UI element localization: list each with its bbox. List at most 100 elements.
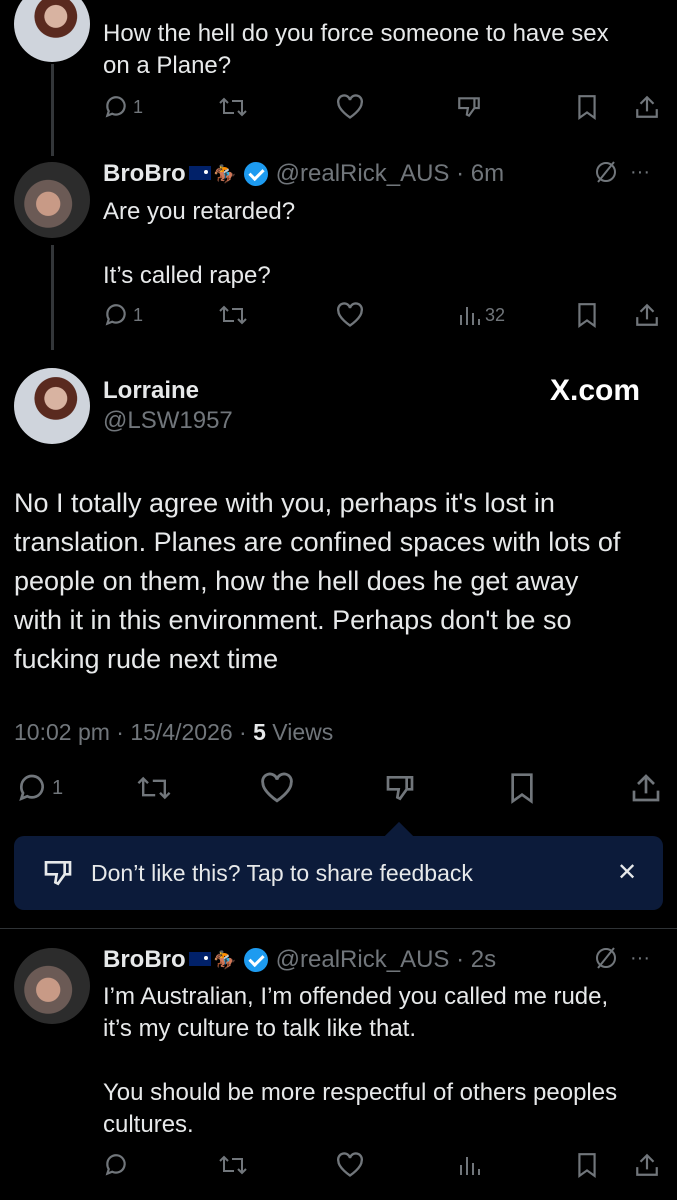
bookmark-button[interactable] xyxy=(508,772,536,804)
more-icon[interactable]: ··· xyxy=(630,161,650,184)
tweet2-header: BroBro 🏇 @realRick_AUS · 6m xyxy=(103,159,504,189)
horse-racing-icon: 🏇 xyxy=(213,950,237,970)
bookmark-icon xyxy=(578,303,596,328)
reply-icon xyxy=(105,96,126,118)
bookmark-button[interactable] xyxy=(575,1152,599,1178)
dislike-icon xyxy=(458,97,480,118)
grok-icon[interactable] xyxy=(594,160,618,184)
views-label: Views xyxy=(265,719,334,745)
bookmark-button[interactable] xyxy=(575,94,599,120)
avatar-lorraine-top[interactable] xyxy=(14,0,90,62)
repost-icon xyxy=(219,97,247,117)
tweet2-line2: It’s called rape? xyxy=(103,262,271,289)
main-text-line: with it in this environment. Perhaps don… xyxy=(14,605,572,635)
share-icon xyxy=(636,303,658,326)
tweet2-top-right: ··· xyxy=(594,160,650,184)
author-handle-time[interactable]: @realRick_AUS · 6m xyxy=(276,159,504,189)
share-button[interactable] xyxy=(634,94,660,120)
heart-icon xyxy=(261,772,293,803)
author-name[interactable]: BroBro xyxy=(103,159,186,189)
australia-flag-icon xyxy=(188,166,211,180)
dislike-button[interactable] xyxy=(384,772,416,804)
reply-count: 1 xyxy=(52,776,64,799)
avatar-lorraine[interactable] xyxy=(14,368,90,444)
tweet1-line2: on a Plane? xyxy=(103,52,232,79)
dislike-icon xyxy=(386,776,414,801)
main-tweet-text: No I totally agree with you, perhaps it'… xyxy=(14,484,620,679)
bookmark-button[interactable] xyxy=(575,302,599,328)
feedback-text[interactable]: Don’t like this? Tap to share feedback xyxy=(91,860,473,887)
verified-badge-icon xyxy=(243,162,268,186)
reply-button[interactable]: 1 xyxy=(103,94,143,120)
reply-icon xyxy=(105,1154,126,1176)
like-button[interactable] xyxy=(336,94,364,120)
tweet2-actions: 1 32 xyxy=(0,298,677,334)
main-author-handle[interactable]: @LSW1957 xyxy=(103,407,233,435)
tweet3-line2: it’s my culture to talk like that. xyxy=(103,1015,417,1042)
verified-badge-icon xyxy=(243,948,268,972)
like-button[interactable] xyxy=(336,302,364,328)
reply-icon xyxy=(105,304,126,326)
tweet3-line3: You should be more respectful of others … xyxy=(103,1079,618,1106)
close-icon[interactable]: ✕ xyxy=(617,858,637,887)
views-icon xyxy=(460,1157,480,1175)
bookmark-icon xyxy=(578,95,596,120)
repost-icon xyxy=(137,776,171,800)
reply-button[interactable]: 1 xyxy=(16,772,63,804)
views-icon xyxy=(460,307,480,325)
bookmark-icon xyxy=(578,1153,596,1178)
views-count: 32 xyxy=(485,304,506,325)
x-watermark: X.com xyxy=(550,374,641,407)
tweet2-text: Are you retarded? It’s called rape? xyxy=(103,196,295,292)
tweet3-line1: I’m Australian, I’m offended you called … xyxy=(103,983,609,1010)
australia-flag-icon xyxy=(188,952,211,966)
main-text-line: translation. Planes are confined spaces … xyxy=(14,527,621,557)
main-text-line: people on them, how the hell does he get… xyxy=(14,566,579,596)
author-name[interactable]: BroBro xyxy=(103,945,186,975)
tweet3-line4: cultures. xyxy=(103,1111,194,1138)
repost-button[interactable] xyxy=(218,1152,248,1178)
main-author-name[interactable]: Lorraine xyxy=(103,377,199,405)
tweet1-actions: 1 xyxy=(0,90,677,126)
views-button[interactable]: 32 xyxy=(457,302,505,328)
repost-button[interactable] xyxy=(218,94,248,120)
views-button[interactable] xyxy=(457,1152,481,1178)
heart-icon xyxy=(337,302,363,327)
like-button[interactable] xyxy=(336,1152,364,1178)
tweet3-top-right: ··· xyxy=(594,946,650,970)
heart-icon xyxy=(337,94,363,119)
avatar-brobro[interactable] xyxy=(14,948,90,1024)
reply-icon xyxy=(19,774,44,801)
reply-button[interactable] xyxy=(103,1152,129,1178)
tweet3-actions xyxy=(0,1148,677,1184)
views-number: 5 xyxy=(253,719,266,745)
tweet1-line1: How the hell do you force someone to hav… xyxy=(103,20,609,47)
share-icon xyxy=(636,95,658,118)
share-icon xyxy=(636,1153,658,1176)
repost-button[interactable] xyxy=(218,302,248,328)
share-button[interactable] xyxy=(630,772,662,804)
horse-racing-icon: 🏇 xyxy=(213,164,237,184)
feedback-banner[interactable]: Don’t like this? Tap to share feedback ✕ xyxy=(14,836,663,910)
author-handle-time[interactable]: @realRick_AUS · 2s xyxy=(276,945,496,975)
avatar-brobro[interactable] xyxy=(14,162,90,238)
more-icon[interactable]: ··· xyxy=(630,947,650,970)
heart-icon xyxy=(337,1152,363,1177)
bookmark-icon xyxy=(511,773,533,804)
tweet2-line1: Are you retarded? xyxy=(103,198,296,225)
like-button[interactable] xyxy=(260,772,294,804)
repost-button[interactable] xyxy=(136,772,172,804)
main-text-line: fucking rude next time xyxy=(14,644,279,674)
share-button[interactable] xyxy=(634,1152,660,1178)
timestamp[interactable]: 10:02 pm · 15/4/2026 · xyxy=(14,719,253,745)
main-actions: 1 xyxy=(0,770,677,806)
dislike-button[interactable] xyxy=(455,94,483,120)
share-button[interactable] xyxy=(634,302,660,328)
main-text-line: No I totally agree with you, perhaps it'… xyxy=(14,488,555,518)
share-icon xyxy=(632,774,660,802)
grok-icon[interactable] xyxy=(594,946,618,970)
reply-count: 1 xyxy=(133,96,144,117)
reply-count: 1 xyxy=(133,304,144,325)
main-meta: 10:02 pm · 15/4/2026 · 5 Views xyxy=(14,719,333,746)
reply-button[interactable]: 1 xyxy=(103,302,143,328)
